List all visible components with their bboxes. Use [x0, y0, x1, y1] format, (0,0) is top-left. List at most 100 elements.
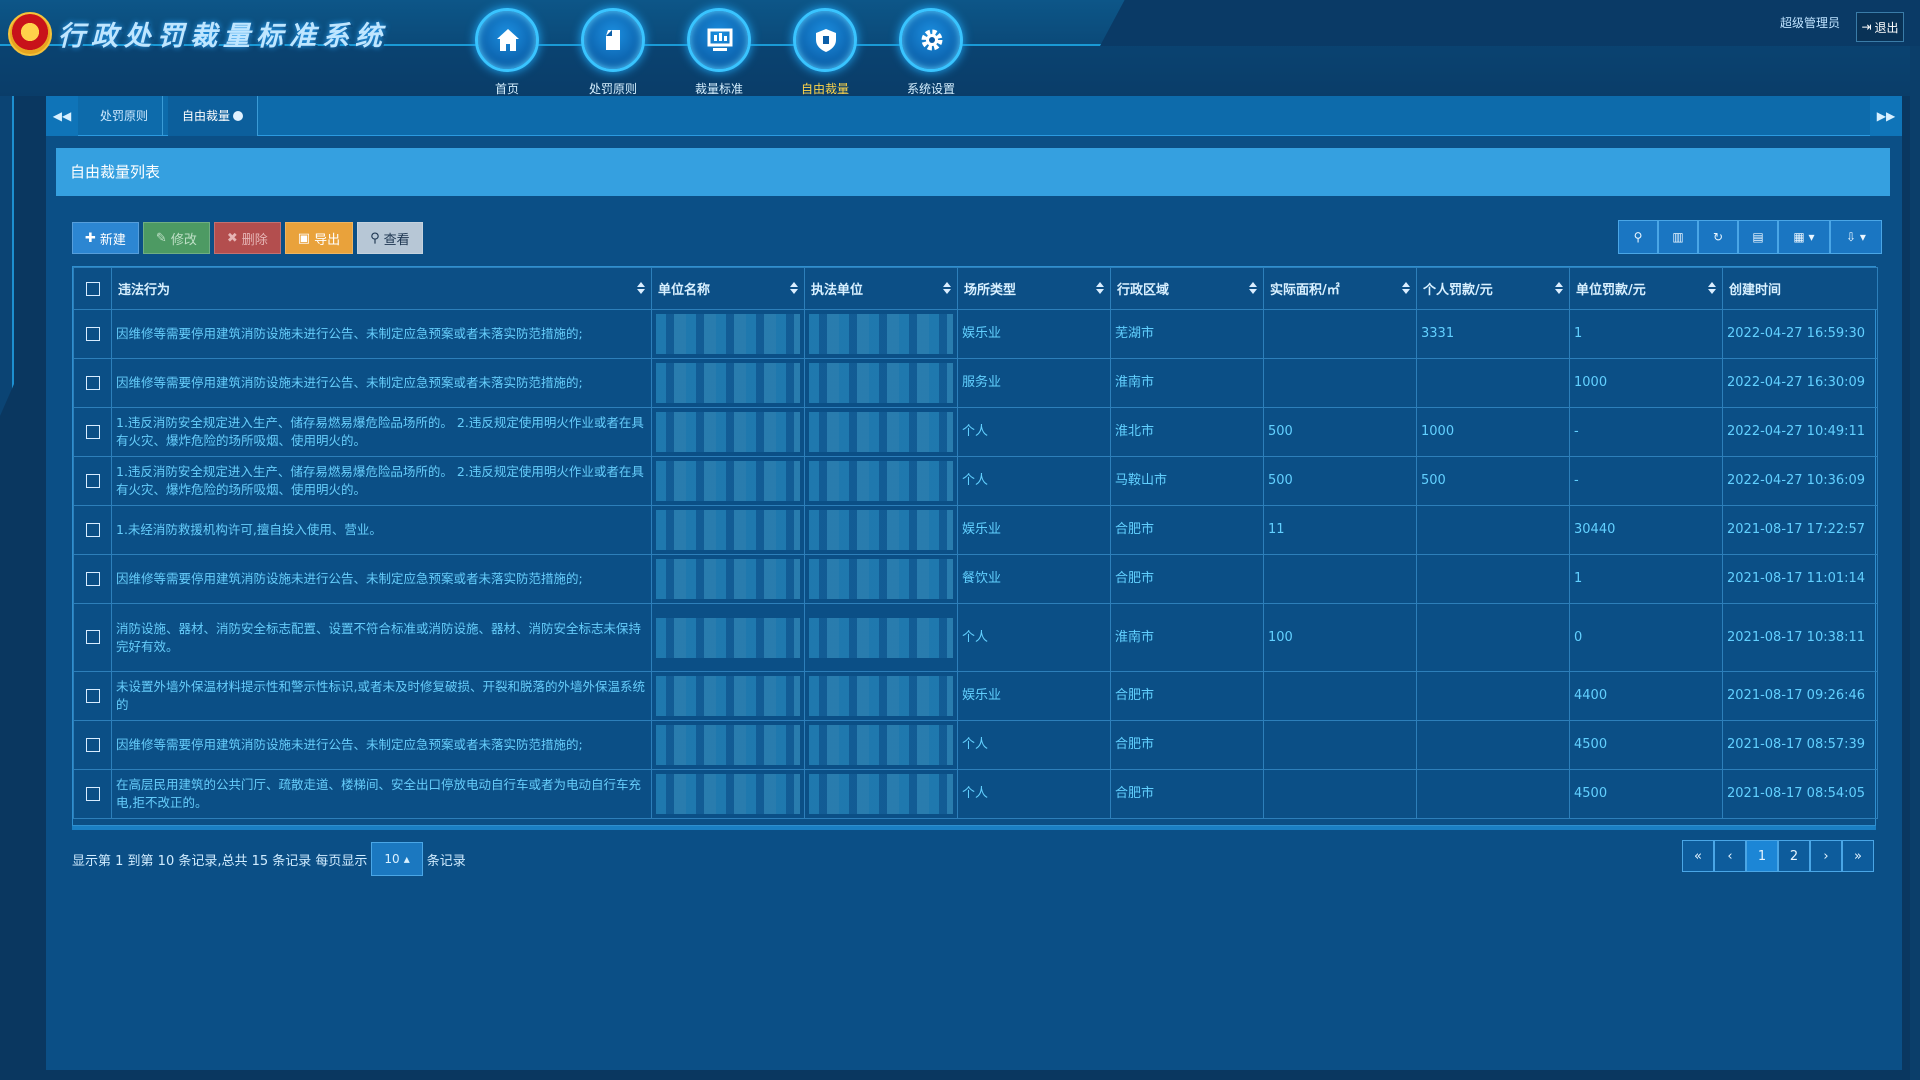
column-header-unit-fine[interactable]: 单位罚款/元 [1569, 267, 1723, 310]
column-header-area[interactable]: 实际面积/㎡ [1263, 267, 1417, 310]
redaction-mask [656, 461, 800, 501]
page-button-2[interactable]: 2 [1778, 840, 1810, 872]
search-tool-icon[interactable]: ⚲ [1618, 220, 1658, 254]
search-icon: ⚲ [370, 230, 380, 246]
export-button[interactable]: ▣ 导出 [284, 222, 354, 254]
next-page-button[interactable]: › [1810, 840, 1842, 872]
unit-fine-cell: 4500 [1569, 769, 1723, 819]
enforcement-cell-redacted [804, 407, 958, 457]
table-row[interactable]: 在高层民用建筑的公共门厅、疏散走道、楼梯间、安全出口停放电动自行车或者为电动自行… [73, 769, 1878, 819]
created-time-cell: 2022-04-27 16:59:30 [1722, 309, 1878, 359]
row-checkbox[interactable] [85, 630, 100, 644]
venue-type-cell: 个人 [957, 456, 1111, 506]
table-row[interactable]: 因维修等需要停用建筑消防设施未进行公告、未制定应急预案或者未落实防范措施的; 个… [73, 720, 1878, 770]
page-button-1[interactable]: 1 [1746, 840, 1778, 872]
nav-standards[interactable]: 裁量标准 [674, 4, 764, 96]
nav-principles[interactable]: 处罚原则 [568, 4, 658, 96]
row-checkbox[interactable] [85, 375, 100, 390]
row-checkbox[interactable] [85, 424, 100, 439]
enforcement-cell-redacted [804, 603, 958, 672]
table-row[interactable]: 消防设施、器材、消防安全标志配置、设置不符合标准或消防设施、器材、消防安全标志未… [73, 603, 1878, 672]
export-icon: ▣ [297, 230, 311, 246]
table-row[interactable]: 未设置外墙外保温材料提示性和警示性标识,或者未及时修复破损、开裂和脱落的外墙外保… [73, 671, 1878, 721]
prev-page-button[interactable]: ‹ [1714, 840, 1746, 872]
created-time-cell: 2022-04-27 10:49:11 [1722, 407, 1878, 457]
header-label: 单位名称 [658, 283, 711, 298]
enforcement-cell-redacted [804, 309, 958, 359]
violation-cell: 因维修等需要停用建筑消防设施未进行公告、未制定应急预案或者未落实防范措施的; [111, 309, 652, 359]
new-button[interactable]: ✚ 新建 [72, 222, 139, 254]
nav-settings[interactable]: 系统设置 [886, 4, 976, 96]
table-row[interactable]: 因维修等需要停用建筑消防设施未进行公告、未制定应急预案或者未落实防范措施的; 服… [73, 358, 1878, 408]
nav-home[interactable]: 首页 [462, 4, 552, 96]
row-checkbox[interactable] [85, 786, 100, 801]
table-row[interactable]: 因维修等需要停用建筑消防设施未进行公告、未制定应急预案或者未落实防范措施的; 餐… [73, 554, 1878, 604]
header-label: 场所类型 [964, 283, 1017, 298]
tab-close-icon[interactable] [233, 106, 244, 146]
column-header-created-time: 创建时间 [1722, 267, 1878, 310]
tab-principles[interactable]: 处罚原则 [86, 96, 164, 136]
row-checkbox[interactable] [85, 737, 100, 752]
column-header-enforcement-unit[interactable]: 执法单位 [804, 267, 958, 310]
row-checkbox[interactable] [85, 688, 100, 703]
export-label: 导出 [314, 232, 341, 248]
table-row[interactable]: 因维修等需要停用建筑消防设施未进行公告、未制定应急预案或者未落实防范措施的; 娱… [73, 309, 1878, 359]
column-header-region[interactable]: 行政区域 [1110, 267, 1264, 310]
edit-button[interactable]: ✎ 修改 [142, 222, 210, 254]
personal-fine-cell: 500 [1416, 456, 1570, 506]
view-label: 查看 [383, 232, 410, 248]
row-select-cell [73, 671, 112, 721]
last-page-button[interactable]: » [1842, 840, 1874, 872]
columns-tool-icon[interactable]: ▦ ▾ [1778, 220, 1830, 254]
violation-cell: 1.违反消防安全规定进入生产、储存易燃易爆危险品场所的。 2.违反规定使用明火作… [111, 456, 652, 506]
column-header-company[interactable]: 单位名称 [651, 267, 805, 310]
export-tool-icon[interactable]: ⇩ ▾ [1830, 220, 1882, 254]
card-view-tool-icon[interactable]: ▤ [1738, 220, 1778, 254]
column-header-violation[interactable]: 违法行为 [111, 267, 652, 310]
venue-type-cell: 个人 [957, 603, 1111, 672]
violation-cell: 1.未经消防救援机构许可,擅自投入使用、营业。 [111, 505, 652, 555]
tab-label: 自由裁量 [182, 109, 231, 123]
fire-rescue-emblem-logo [8, 12, 52, 56]
row-checkbox[interactable] [85, 326, 100, 341]
delete-label: 删除 [241, 232, 268, 248]
delete-button[interactable]: ✖ 删除 [213, 222, 281, 254]
select-all-checkbox[interactable] [85, 281, 100, 296]
page-size-select[interactable]: 10 ▴ [371, 842, 423, 876]
table-scrollbar[interactable] [72, 826, 1876, 830]
tab-scroll-left-icon[interactable]: ◀◀ [46, 96, 78, 136]
table-row[interactable]: 1.未经消防救援机构许可,擅自投入使用、营业。 娱乐业 合肥市 11 30440… [73, 505, 1878, 555]
company-cell-redacted [651, 720, 805, 770]
personal-fine-cell [1416, 603, 1570, 672]
violation-cell: 1.违反消防安全规定进入生产、储存易燃易爆危险品场所的。 2.违反规定使用明火作… [111, 407, 652, 457]
region-cell: 淮北市 [1110, 407, 1264, 457]
personal-fine-cell [1416, 505, 1570, 555]
header-label: 创建时间 [1729, 283, 1782, 298]
trash-tool-icon[interactable]: ▥ [1658, 220, 1698, 254]
table-row[interactable]: 1.违反消防安全规定进入生产、储存易燃易爆危险品场所的。 2.违反规定使用明火作… [73, 407, 1878, 457]
unit-fine-cell: 0 [1569, 603, 1723, 672]
refresh-tool-icon[interactable]: ↻ [1698, 220, 1738, 254]
first-page-button[interactable]: « [1682, 840, 1714, 872]
logout-button[interactable]: ⇥ 退出 [1856, 12, 1904, 42]
column-header-personal-fine[interactable]: 个人罚款/元 [1416, 267, 1570, 310]
view-button[interactable]: ⚲ 查看 [357, 222, 423, 254]
nav-discretion[interactable]: 自由裁量 [780, 4, 870, 96]
violation-cell: 因维修等需要停用建筑消防设施未进行公告、未制定应急预案或者未落实防范措施的; [111, 554, 652, 604]
redaction-mask [656, 510, 800, 550]
company-cell-redacted [651, 505, 805, 555]
row-checkbox[interactable] [85, 571, 100, 586]
tab-scroll-right-icon[interactable]: ▶▶ [1870, 96, 1902, 136]
logout-icon: ⇥ [1861, 20, 1872, 34]
area-cell [1263, 358, 1417, 408]
venue-type-cell: 餐饮业 [957, 554, 1111, 604]
redaction-mask [656, 363, 800, 403]
row-checkbox[interactable] [85, 522, 100, 537]
tab-discretion[interactable]: 自由裁量 [168, 96, 259, 146]
row-checkbox[interactable] [85, 473, 100, 488]
column-header-venue-type[interactable]: 场所类型 [957, 267, 1111, 310]
document-icon [581, 8, 645, 72]
area-cell: 500 [1263, 456, 1417, 506]
table-row[interactable]: 1.违反消防安全规定进入生产、储存易燃易爆危险品场所的。 2.违反规定使用明火作… [73, 456, 1878, 506]
company-cell-redacted [651, 309, 805, 359]
